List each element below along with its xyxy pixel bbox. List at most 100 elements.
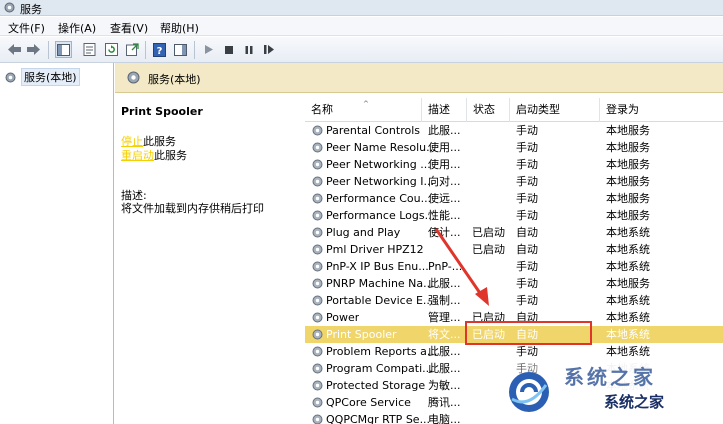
service-gear-icon <box>312 278 323 289</box>
pause-icon <box>245 45 252 54</box>
cell-desc: 向对... <box>428 175 461 188</box>
cell-startup: 手动 <box>516 345 538 358</box>
cell-logon: 本地服务 <box>606 209 650 222</box>
cell-status: 已启动 <box>472 328 505 341</box>
back-button[interactable] <box>6 41 23 58</box>
restart-service-link[interactable]: 重启动 <box>121 149 154 162</box>
table-row[interactable]: Portable Device E... 强制... 手动 本地系统 <box>305 292 723 309</box>
forward-button[interactable] <box>25 41 42 58</box>
cell-logon: 本地服务 <box>606 158 650 171</box>
menu-help[interactable]: 帮助(H) <box>156 19 203 37</box>
cell-desc: 电脑... <box>428 413 461 424</box>
table-row[interactable]: Parental Controls 此服... 手动 本地服务 <box>305 122 723 139</box>
service-gear-icon <box>312 346 323 357</box>
cell-startup: 手动 <box>516 124 538 137</box>
show-tree-button[interactable] <box>55 41 72 58</box>
cell-logon: 本地服务 <box>606 141 650 154</box>
cell-name: Peer Name Resolu... <box>326 141 437 154</box>
tree-item-label: 服务(本地) <box>21 68 80 86</box>
service-gear-icon <box>312 193 323 204</box>
menu-view[interactable]: 查看(V) <box>106 19 152 37</box>
stop-icon <box>224 45 233 54</box>
services-gear-icon <box>5 72 16 82</box>
service-gear-icon <box>312 414 323 424</box>
cell-startup: 手动 <box>516 209 538 222</box>
tree-item-services-local[interactable]: 服务(本地) <box>4 68 80 86</box>
column-header-desc[interactable]: 描述 <box>422 98 467 122</box>
cell-desc: 此服... <box>428 124 461 137</box>
column-header-name[interactable]: 名称 ^ <box>305 98 422 122</box>
service-gear-icon <box>312 142 323 153</box>
cell-desc: 腾讯... <box>428 396 461 409</box>
properties-button[interactable] <box>81 41 98 58</box>
export-list-button[interactable] <box>124 41 141 58</box>
service-gear-icon <box>312 210 323 221</box>
table-row[interactable]: Power 管理... 已启动 自动 本地系统 <box>305 309 723 326</box>
description-text: 将文件加载到内存供稍后打印 <box>121 202 264 215</box>
cell-name: Pml Driver HPZ12 <box>326 243 424 256</box>
cell-startup: 手动 <box>516 175 538 188</box>
selected-service-name: Print Spooler <box>121 105 203 118</box>
table-row[interactable]: Problem Reports a... 此服... 手动 本地系统 <box>305 343 723 360</box>
table-row[interactable]: PnP-X IP Bus Enu... PnP-... 手动 本地系统 <box>305 258 723 275</box>
show-action-pane-button[interactable] <box>172 41 189 58</box>
cell-desc: 强制... <box>428 294 461 307</box>
service-gear-icon <box>312 261 323 272</box>
console-tree-pane: 服务(本地) <box>0 63 114 424</box>
cell-desc: 此服... <box>428 362 461 375</box>
cell-name: PnP-X IP Bus Enu... <box>326 260 429 273</box>
table-row[interactable]: PNRP Machine Na... 此服... 手动 本地服务 <box>305 275 723 292</box>
restart-service-button[interactable] <box>260 41 277 58</box>
services-header: 服务(本地) <box>115 63 723 93</box>
service-detail-pane: Print Spooler 停止此服务 重启动此服务 描述: 将文件加载到内存供… <box>115 93 305 424</box>
column-header-status[interactable]: 状态 <box>467 98 510 122</box>
help-button[interactable]: ? <box>151 41 168 58</box>
title-bar: 服务 <box>0 0 723 16</box>
table-row[interactable]: Pml Driver HPZ12 已启动 自动 本地系统 <box>305 241 723 258</box>
menu-file[interactable]: 文件(F) <box>4 19 49 37</box>
service-gear-icon <box>312 244 323 255</box>
cell-desc: 性能... <box>428 209 461 222</box>
export-list-icon <box>126 43 139 56</box>
cell-desc: PnP-... <box>428 260 463 273</box>
service-gear-icon <box>312 329 323 340</box>
play-icon <box>204 45 213 54</box>
table-row[interactable]: Plug and Play 使计... 已启动 自动 本地系统 <box>305 224 723 241</box>
cell-name: Portable Device E... <box>326 294 434 307</box>
table-row[interactable]: Peer Name Resolu... 使用... 手动 本地服务 <box>305 139 723 156</box>
cell-logon: 本地服务 <box>606 192 650 205</box>
refresh-button[interactable] <box>103 41 120 58</box>
cell-desc: 使用... <box>428 141 461 154</box>
column-header-startup[interactable]: 启动类型 <box>510 98 600 122</box>
column-name-label: 名称 <box>311 103 333 116</box>
cell-desc: 使远... <box>428 192 461 205</box>
column-startup-label: 启动类型 <box>516 103 560 116</box>
column-header-logon[interactable]: 登录为 <box>600 98 723 122</box>
help-icon: ? <box>153 42 166 57</box>
cell-name: Problem Reports a... <box>326 345 438 358</box>
cell-startup: 手动 <box>516 158 538 171</box>
back-arrow-icon <box>8 44 21 55</box>
stop-service-button[interactable] <box>220 41 237 58</box>
start-service-button[interactable] <box>200 41 217 58</box>
table-row[interactable]: Peer Networking I... 向对... 手动 本地服务 <box>305 173 723 190</box>
service-gear-icon <box>312 227 323 238</box>
cell-logon: 本地系统 <box>606 294 650 307</box>
restart-icon <box>263 45 274 54</box>
pause-service-button[interactable] <box>240 41 257 58</box>
cell-logon: 本地系统 <box>606 328 650 341</box>
menu-action[interactable]: 操作(A) <box>54 19 100 37</box>
action-pane-icon <box>174 43 187 56</box>
service-gear-icon <box>312 363 323 374</box>
service-gear-icon <box>312 295 323 306</box>
cell-desc: 使用... <box>428 158 461 171</box>
table-row[interactable]: Print Spooler 将文... 已启动 自动 本地系统 <box>305 326 723 343</box>
service-gear-icon <box>312 176 323 187</box>
table-row[interactable]: Performance Cou... 使远... 手动 本地服务 <box>305 190 723 207</box>
table-row[interactable]: Peer Networking ... 使用... 手动 本地服务 <box>305 156 723 173</box>
cell-name: QPCore Service <box>326 396 411 409</box>
services-gear-icon <box>127 71 140 84</box>
cell-startup: 自动 <box>516 328 538 341</box>
table-row[interactable]: Performance Logs... 性能... 手动 本地服务 <box>305 207 723 224</box>
cell-startup: 手动 <box>516 260 538 273</box>
